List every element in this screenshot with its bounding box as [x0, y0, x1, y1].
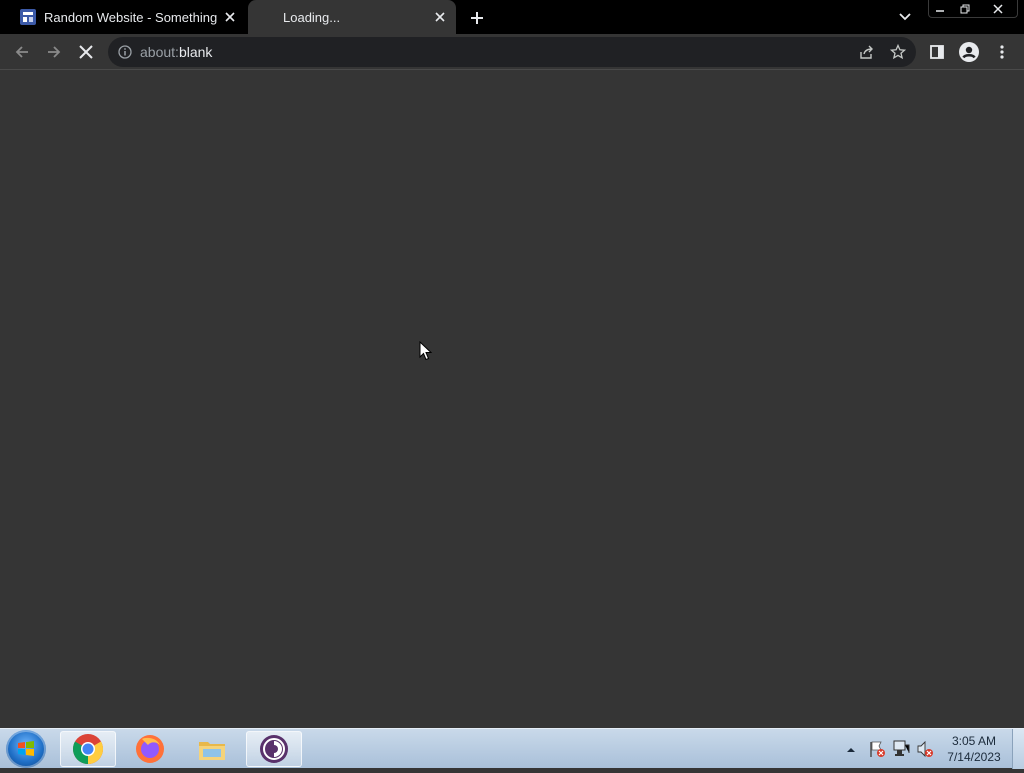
kebab-menu-icon — [1000, 45, 1004, 59]
share-icon — [860, 45, 873, 59]
url-text[interactable]: about:blank — [140, 44, 212, 60]
taskbar-tor-browser[interactable] — [246, 731, 302, 767]
browser-menu-button[interactable] — [990, 40, 1014, 64]
action-center-flag-icon[interactable] — [867, 729, 887, 769]
tab-search-button[interactable] — [896, 8, 914, 26]
windows-logo-icon — [18, 741, 34, 756]
system-clock[interactable]: 3:05 AM 7/14/2023 — [940, 733, 1008, 765]
profile-icon — [959, 42, 979, 62]
chrome-icon — [72, 734, 104, 764]
minimize-button[interactable] — [928, 0, 952, 18]
taskbar-file-explorer[interactable] — [184, 731, 240, 767]
info-icon[interactable] — [118, 45, 132, 59]
close-icon — [79, 45, 93, 59]
tab-loading[interactable]: Loading... — [248, 0, 456, 34]
forward-button[interactable] — [42, 40, 66, 64]
folder-icon — [199, 742, 225, 760]
taskbar-chrome[interactable] — [60, 731, 116, 767]
firefox-icon — [136, 735, 164, 763]
close-tab-icon[interactable] — [432, 9, 448, 25]
share-button[interactable] — [854, 40, 878, 64]
close-tab-icon[interactable] — [222, 9, 238, 25]
taskbar-firefox[interactable] — [122, 731, 178, 767]
stop-loading-button[interactable] — [74, 40, 98, 64]
restore-icon — [960, 4, 970, 14]
mouse-cursor-icon — [419, 341, 433, 361]
tab-random-website[interactable]: Random Website - Something — [8, 0, 246, 34]
profile-button[interactable] — [957, 40, 981, 64]
restore-button[interactable] — [953, 0, 977, 18]
minimize-icon — [936, 10, 944, 12]
back-button[interactable] — [10, 40, 34, 64]
clock-time: 3:05 AM — [951, 734, 997, 748]
arrow-right-icon — [48, 46, 61, 58]
network-icon[interactable] — [891, 729, 911, 769]
browser-toolbar: about:blank — [0, 34, 1024, 70]
arrow-left-icon — [15, 46, 28, 58]
chevron-down-icon — [899, 13, 911, 21]
tray-expand-icon[interactable] — [845, 729, 857, 769]
plus-icon — [471, 12, 483, 24]
side-panel-icon — [930, 45, 944, 59]
close-window-button[interactable] — [978, 0, 1018, 18]
address-bar[interactable]: about:blank — [108, 37, 916, 67]
system-tray — [845, 729, 935, 769]
tor-browser-icon — [260, 735, 288, 763]
side-panel-button[interactable] — [925, 40, 949, 64]
tab-title: Random Website - Something — [44, 9, 218, 25]
website-favicon-icon — [20, 9, 36, 25]
volume-muted-icon[interactable] — [915, 729, 935, 769]
new-tab-button[interactable] — [466, 7, 488, 29]
taskbar: 3:05 AM 7/14/2023 — [0, 728, 1024, 769]
page-content-area[interactable] — [0, 70, 1024, 728]
show-desktop-button[interactable] — [1012, 729, 1024, 769]
close-icon — [993, 4, 1003, 14]
clock-date: 7/14/2023 — [947, 750, 1001, 764]
url-host: blank — [178, 44, 213, 60]
star-icon — [890, 44, 906, 60]
tab-title: Loading... — [283, 9, 341, 25]
start-button[interactable] — [6, 730, 46, 768]
bookmark-button[interactable] — [886, 40, 910, 64]
url-scheme: about: — [140, 44, 179, 60]
tab-strip: Random Website - Something Loading... — [0, 0, 1024, 34]
